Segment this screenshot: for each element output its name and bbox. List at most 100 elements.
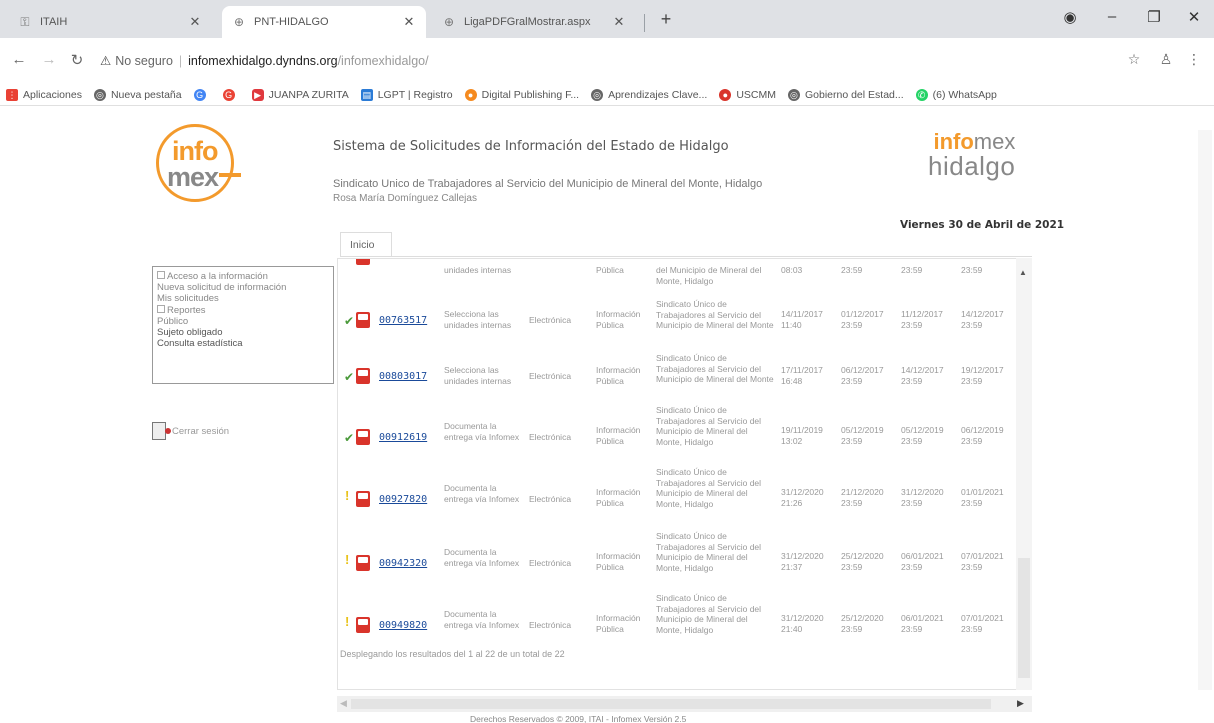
folio-link[interactable]: 00763517 — [379, 315, 427, 326]
row-info-type: Información Pública — [596, 365, 641, 386]
bookmarks-bar: ⋮ Aplicaciones ◎ Nueva pestaña G G ▶ JUANPA… — [0, 84, 1214, 106]
scroll-up-icon[interactable]: ▲ — [1019, 268, 1027, 277]
table-row: ✔ 00912619 Documenta la entrega vía Info… — [338, 403, 1018, 461]
row-date-1: 31/12/2020 21:40 — [781, 613, 824, 634]
pdf-icon[interactable] — [356, 429, 370, 445]
maximize-button[interactable]: ❐ — [1144, 8, 1164, 26]
folio-link[interactable]: 00927820 — [379, 494, 427, 505]
bookmark-label: JUANPA ZURITA — [268, 88, 349, 101]
bookmark-lgpt[interactable]: ▤ LGPT | Registro — [360, 88, 453, 101]
scroll-right-icon[interactable]: ▶ — [1017, 698, 1024, 709]
pdf-icon[interactable] — [356, 259, 370, 265]
table-vertical-scrollbar[interactable]: ▲ — [1016, 258, 1032, 690]
row-date-4: 14/12/2017 23:59 — [961, 309, 1004, 330]
logo-text-mex: mex — [167, 162, 219, 192]
bookmark-label: Aprendizajes Clave... — [608, 88, 708, 101]
bookmark-uscmm[interactable]: ● USCMM — [719, 88, 776, 101]
current-date: Viernes 30 de Abril de 2021 — [900, 219, 1065, 231]
bookmark-apps[interactable]: ⋮ Aplicaciones — [6, 88, 82, 101]
star-icon[interactable]: ☆ — [1126, 51, 1142, 68]
globe-icon: ◎ — [787, 88, 800, 101]
reload-icon[interactable]: ↻ — [68, 51, 86, 69]
url-path: /infomexhidalgo/ — [337, 54, 429, 68]
row-description: unidades internas — [444, 265, 512, 275]
page-vertical-scrollbar[interactable] — [1198, 130, 1212, 690]
key-icon: ⚿ — [20, 15, 30, 29]
table-row: unidades internas Pública del Municipio … — [338, 259, 1018, 289]
scrollbar-thumb[interactable] — [1018, 558, 1030, 678]
tab-separator — [644, 14, 645, 32]
folio-link[interactable]: 00949820 — [379, 620, 427, 631]
sidebar-item-consulta-estadistica[interactable]: Consulta estadística — [157, 338, 329, 349]
browser-tab-itaih[interactable]: ⚿ ITAIH ✕ — [8, 6, 212, 38]
row-date-2: 01/12/2017 23:59 — [841, 309, 884, 330]
row-date-1: 08:03 — [781, 265, 803, 275]
circle-icon: ● — [719, 88, 732, 101]
row-info-type: Información Pública — [596, 487, 641, 508]
row-date-1: 31/12/2020 21:37 — [781, 551, 824, 572]
pdf-icon[interactable] — [356, 312, 370, 328]
row-subject: Sindicato Único de Trabajadores al Servi… — [656, 593, 762, 635]
menu-dots-icon[interactable]: ⋮ — [1186, 51, 1202, 68]
bookmark-google-1[interactable]: G — [193, 88, 211, 101]
bookmark-google-2[interactable]: G — [222, 88, 240, 101]
bookmark-label: USCMM — [736, 88, 776, 101]
logout-label: Cerrar sesión — [172, 425, 230, 437]
row-date-3: 11/12/2017 23:59 — [901, 309, 943, 330]
close-icon[interactable]: ✕ — [612, 14, 626, 30]
row-subject: Sindicato Único de Trabajadores al Servi… — [656, 299, 774, 330]
sidebar-item-reportes[interactable]: Reportes — [157, 305, 329, 316]
close-icon[interactable]: ✕ — [402, 14, 416, 30]
tab-inicio[interactable]: Inicio — [340, 232, 392, 256]
sidebar-item-sujeto-obligado[interactable]: Sujeto obligado — [157, 327, 329, 338]
pdf-icon[interactable] — [356, 491, 370, 507]
sidebar-item-nueva-solicitud[interactable]: Nueva solicitud de información — [157, 282, 329, 293]
bookmark-label: Aplicaciones — [23, 88, 82, 101]
folio-link[interactable]: 00912619 — [379, 432, 427, 443]
row-delivery: Electrónica — [529, 558, 572, 568]
bookmark-whatsapp[interactable]: ✆ (6) WhatsApp — [915, 88, 997, 101]
pdf-icon[interactable] — [356, 368, 370, 384]
circle-icon: ● — [464, 88, 477, 101]
row-date-2: 06/12/2017 23:59 — [841, 365, 884, 386]
pdf-icon[interactable] — [356, 617, 370, 633]
tab-divider — [340, 256, 1032, 257]
apps-grid-icon: ⋮ — [6, 88, 18, 101]
account-icon[interactable]: ♙ — [1158, 51, 1174, 68]
table-horizontal-scrollbar[interactable]: ◀ ▶ — [337, 696, 1032, 712]
row-info-type: Pública — [596, 265, 624, 275]
back-arrow-icon[interactable]: ← — [10, 51, 28, 68]
bookmark-digital-publishing[interactable]: ● Digital Publishing F... — [464, 88, 579, 101]
row-info-type: Información Pública — [596, 425, 641, 446]
pdf-icon[interactable] — [356, 555, 370, 571]
bookmark-juanpa[interactable]: ▶ JUANPA ZURITA — [251, 88, 349, 101]
profile-icon[interactable]: ◉ — [1060, 8, 1080, 26]
warning-icon: ! — [345, 488, 350, 503]
logout-button[interactable]: Cerrar sesión — [152, 422, 229, 440]
browser-tab-pnt-hidalgo[interactable]: ⊕ PNT-HIDALGO ✕ — [222, 6, 426, 38]
bookmark-gobierno[interactable]: ◎ Gobierno del Estad... — [787, 88, 904, 101]
row-description: Selecciona las unidades internas — [444, 365, 512, 386]
sidebar-item-acceso[interactable]: Acceso a la información — [157, 271, 329, 282]
scroll-left-icon[interactable]: ◀ — [340, 698, 347, 709]
row-date-2: 05/12/2019 23:59 — [841, 425, 884, 446]
url-field[interactable]: ⚠ No seguro | infomexhidalgo.dyndns.org/inf… — [100, 53, 429, 68]
scrollbar-thumb[interactable] — [351, 699, 991, 709]
browser-tab-ligapdf[interactable]: ⊕ LigaPDFGralMostrar.aspx ✕ — [432, 6, 636, 38]
folio-link[interactable]: 00942320 — [379, 558, 427, 569]
minimize-button[interactable]: – — [1102, 8, 1122, 25]
bookmark-aprendizajes[interactable]: ◎ Aprendizajes Clave... — [591, 88, 708, 101]
new-tab-button[interactable]: + — [656, 9, 676, 30]
close-window-button[interactable]: ✕ — [1184, 8, 1204, 26]
sidebar-item-publico[interactable]: Público — [157, 316, 329, 327]
row-delivery: Electrónica — [529, 315, 572, 325]
row-date-3: 14/12/2017 23:59 — [901, 365, 944, 386]
bookmark-nueva-pestana[interactable]: ◎ Nueva pestaña — [93, 88, 182, 101]
folio-link[interactable]: 00803017 — [379, 371, 427, 382]
row-date-4: 19/12/2017 23:59 — [961, 365, 1004, 386]
forward-arrow-icon[interactable]: → — [40, 51, 58, 68]
row-date-1: 19/11/2019 13:02 — [781, 425, 823, 446]
sidebar-item-mis-solicitudes[interactable]: Mis solicitudes — [157, 293, 329, 304]
row-date-2: 23:59 — [841, 265, 863, 275]
close-icon[interactable]: ✕ — [188, 14, 202, 30]
